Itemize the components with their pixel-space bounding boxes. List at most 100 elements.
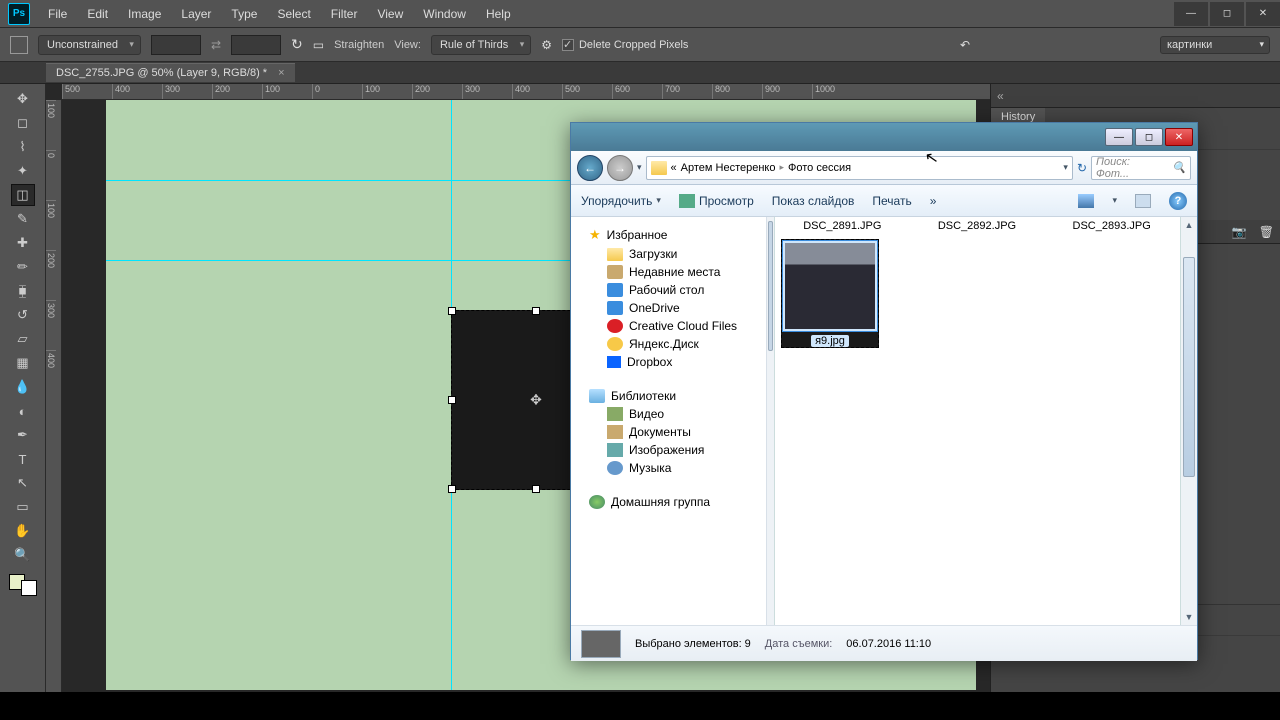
blur-tool[interactable]: 💧 [11, 376, 35, 398]
height-field[interactable] [231, 35, 281, 55]
organize-menu[interactable]: Упорядочить [581, 194, 661, 208]
path-tool[interactable]: ↖ [11, 472, 35, 494]
menu-filter[interactable]: Filter [321, 1, 368, 27]
explorer-search-input[interactable]: Поиск: Фот... 🔍 [1091, 156, 1191, 180]
delete-cropped-checkbox[interactable]: Delete Cropped Pixels [562, 39, 688, 51]
ps-minimize-button[interactable]: — [1174, 2, 1208, 26]
ps-close-button[interactable]: ✕ [1246, 2, 1280, 26]
camera-icon[interactable]: 📷 [1232, 225, 1247, 239]
nav-back-button[interactable]: ← [577, 155, 603, 181]
aspect-ratio-combo[interactable]: Unconstrained [38, 35, 141, 55]
view-dropdown-icon[interactable]: ▾ [1112, 195, 1117, 206]
slideshow-button[interactable]: Показ слайдов [772, 194, 855, 208]
trash-icon[interactable]: 🗑 [1259, 225, 1274, 239]
tree-item-cc[interactable]: Creative Cloud Files [571, 317, 766, 335]
address-dropdown-icon[interactable]: ▾ [1063, 162, 1068, 173]
more-commands-button[interactable]: » [930, 194, 937, 208]
preview-button[interactable]: Просмотр [679, 194, 754, 208]
print-button[interactable]: Печать [872, 194, 911, 208]
workspace-switcher[interactable]: картинки [1160, 36, 1270, 54]
swap-dimensions-icon[interactable]: ⇄ [211, 38, 221, 52]
tree-item-images[interactable]: Изображения [571, 441, 766, 459]
heal-tool[interactable]: ✚ [11, 232, 35, 254]
tree-item-music[interactable]: Музыка [571, 459, 766, 477]
zoom-tool[interactable]: 🔍 [11, 544, 35, 566]
transform-handle[interactable] [448, 396, 456, 404]
ps-maximize-button[interactable]: ◻ [1210, 2, 1244, 26]
file-thumb[interactable]: я9.jpg [781, 239, 879, 348]
tree-item-yandex[interactable]: Яндекс.Диск [571, 335, 766, 353]
tree-item-dropbox[interactable]: Dropbox [571, 353, 766, 371]
overlay-view-combo[interactable]: Rule of Thirds [431, 35, 531, 55]
menu-file[interactable]: File [38, 1, 77, 27]
ruler-vertical[interactable]: 100 0 100 200 300 400 [46, 100, 62, 696]
transform-handle[interactable] [448, 307, 456, 315]
rotate-icon[interactable]: ↻ [291, 36, 303, 53]
shape-tool[interactable]: ▭ [11, 496, 35, 518]
menu-layer[interactable]: Layer [171, 1, 221, 27]
menu-select[interactable]: Select [267, 1, 320, 27]
nav-forward-button[interactable]: → [607, 155, 633, 181]
ruler-horizontal[interactable]: 500 400 300 200 100 0 100 200 300 400 50… [62, 84, 990, 100]
scroll-up-icon[interactable]: ▲ [1181, 217, 1197, 233]
reset-crop-icon[interactable]: ↶ [960, 38, 970, 52]
file-list-scrollbar[interactable]: ▲ ▼ [1180, 217, 1197, 625]
eyedropper-tool[interactable]: ✎ [11, 208, 35, 230]
brush-tool[interactable]: ✏ [11, 256, 35, 278]
background-swatch[interactable] [21, 580, 37, 596]
menu-view[interactable]: View [367, 1, 413, 27]
eraser-tool[interactable]: ▱ [11, 328, 35, 350]
scrollbar-thumb[interactable] [1183, 257, 1195, 477]
explorer-titlebar[interactable]: — ◻ ✕ [571, 123, 1197, 151]
dodge-tool[interactable]: ◐ [11, 400, 35, 422]
tree-scrollbar[interactable] [767, 217, 775, 625]
libraries-group[interactable]: Библиотеки [571, 385, 766, 405]
pen-tool[interactable]: ✒ [11, 424, 35, 446]
gear-icon[interactable]: ⚙ [541, 38, 552, 52]
explorer-maximize-button[interactable]: ◻ [1135, 128, 1163, 146]
menu-image[interactable]: Image [118, 1, 171, 27]
straighten-icon[interactable]: ▭ [313, 38, 324, 52]
file-explorer-window[interactable]: — ◻ ✕ ← → ▾ « Артем Нестеренко ▸ Фото се… [570, 122, 1198, 660]
preview-pane-icon[interactable] [1135, 194, 1151, 208]
menu-edit[interactable]: Edit [77, 1, 118, 27]
move-tool[interactable]: ✥ [11, 88, 35, 110]
menu-type[interactable]: Type [221, 1, 267, 27]
refresh-icon[interactable]: ↻ [1077, 161, 1087, 175]
tree-item-documents[interactable]: Документы [571, 423, 766, 441]
transform-handle[interactable] [532, 307, 540, 315]
recent-locations-icon[interactable]: ▾ [637, 162, 642, 173]
address-breadcrumb[interactable]: « Артем Нестеренко ▸ Фото сессия ▾ [646, 156, 1073, 180]
stamp-tool[interactable]: ⧯ [11, 280, 35, 302]
transform-handle[interactable] [532, 485, 540, 493]
explorer-minimize-button[interactable]: — [1105, 128, 1133, 146]
marquee-tool[interactable]: ◻ [11, 112, 35, 134]
tree-item-desktop[interactable]: Рабочий стол [571, 281, 766, 299]
menu-help[interactable]: Help [476, 1, 521, 27]
homegroup-group[interactable]: Домашняя группа [571, 491, 766, 511]
help-icon[interactable]: ? [1169, 192, 1187, 210]
history-brush-tool[interactable]: ↺ [11, 304, 35, 326]
color-swatches[interactable] [9, 574, 37, 596]
tree-item-recent[interactable]: Недавние места [571, 263, 766, 281]
hand-tool[interactable]: ✋ [11, 520, 35, 542]
gradient-tool[interactable]: ▦ [11, 352, 35, 374]
lasso-tool[interactable]: ⌇ [11, 136, 35, 158]
breadcrumb-segment[interactable]: Фото сессия [788, 162, 851, 174]
favorites-group[interactable]: ★Избранное [571, 223, 766, 245]
tree-item-video[interactable]: Видео [571, 405, 766, 423]
wand-tool[interactable]: ✦ [11, 160, 35, 182]
tree-item-downloads[interactable]: Загрузки [571, 245, 766, 263]
scroll-down-icon[interactable]: ▼ [1181, 609, 1197, 625]
explorer-close-button[interactable]: ✕ [1165, 128, 1193, 146]
collapse-icon[interactable]: « [997, 89, 1004, 103]
width-field[interactable] [151, 35, 201, 55]
straighten-button[interactable]: Straighten [334, 39, 384, 51]
close-tab-icon[interactable]: × [278, 67, 284, 79]
tree-item-onedrive[interactable]: OneDrive [571, 299, 766, 317]
type-tool[interactable]: T [11, 448, 35, 470]
crop-tool[interactable]: ◫ [11, 184, 35, 206]
breadcrumb-segment[interactable]: Артем Нестеренко [681, 162, 776, 174]
view-mode-icon[interactable] [1078, 194, 1094, 208]
transform-handle[interactable] [448, 485, 456, 493]
